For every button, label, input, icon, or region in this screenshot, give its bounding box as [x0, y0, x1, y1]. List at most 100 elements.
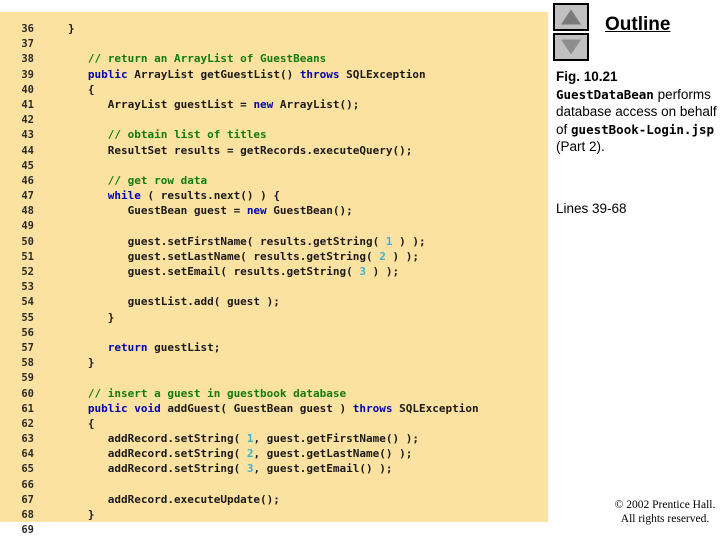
- code-token: // obtain list of titles: [68, 128, 267, 142]
- scroll-down-button[interactable]: [553, 33, 589, 61]
- caption-code-term-2: guestBook-Login.jsp: [571, 121, 715, 137]
- caption-text-2: (Part 2).: [556, 139, 605, 154]
- line-number: 51: [21, 250, 34, 263]
- code-line: 56: [0, 325, 548, 340]
- code-line-text: addRecord.setString( 3, guest.getEmail()…: [68, 461, 393, 476]
- line-number: 48: [21, 205, 34, 218]
- line-number: 56: [21, 326, 34, 339]
- code-line-text: // insert a guest in guestbook database: [68, 386, 346, 401]
- line-number: 55: [21, 311, 34, 324]
- code-token: new: [253, 97, 274, 111]
- code-token: ) );: [392, 234, 426, 248]
- line-number: 43: [21, 129, 34, 142]
- code-line: 50 guest.setFirstName( results.getString…: [0, 234, 548, 249]
- line-number: 49: [21, 220, 34, 233]
- line-number: 62: [21, 417, 34, 430]
- triangle-up-icon: [561, 9, 581, 25]
- code-token: , guest.getEmail() );: [253, 462, 393, 476]
- code-line-text: // obtain list of titles: [68, 127, 267, 142]
- line-number: 37: [21, 38, 34, 51]
- code-listing-panel: 36} 37 38 // return an ArrayList of GuestB…: [0, 12, 548, 536]
- code-token: guest.setLastName( results.getString(: [68, 249, 380, 263]
- code-line-text: ResultSet results = getRecords.executeQu…: [68, 143, 413, 158]
- line-number: 54: [21, 296, 34, 309]
- line-number: 36: [21, 23, 34, 35]
- code-line: 48 GuestBean guest = new GuestBean();: [0, 203, 548, 218]
- line-number: 67: [21, 493, 34, 506]
- code-token: guest.setEmail( results.getString(: [68, 265, 360, 278]
- code-token: addGuest( GuestBean guest ): [160, 401, 353, 415]
- code-token: // insert a guest in guestbook database: [68, 386, 347, 400]
- figure-number: Fig. 10.21: [556, 69, 618, 84]
- code-line: 37: [0, 36, 548, 51]
- line-number: 63: [21, 433, 34, 446]
- code-token: new: [246, 204, 267, 218]
- code-line-text: guest.setFirstName( results.getString( 1…: [68, 234, 426, 249]
- line-number: 47: [21, 190, 34, 203]
- code-token: SQLException: [339, 67, 426, 81]
- line-number: 61: [21, 402, 34, 415]
- code-lines-container: 36} 37 38 // return an ArrayList of GuestB…: [0, 21, 548, 537]
- code-token: {: [68, 82, 95, 96]
- code-line: 60 // insert a guest in guestbook databa…: [0, 386, 548, 401]
- line-number: 68: [21, 509, 34, 521]
- code-line-text: addRecord.executeUpdate();: [68, 492, 280, 507]
- code-token: ArrayList();: [273, 97, 360, 111]
- code-token: throws: [352, 401, 393, 415]
- line-number: 42: [21, 114, 34, 127]
- code-token: ArrayList guestList =: [68, 97, 254, 111]
- code-line: 39 public ArrayList getGuestList() throw…: [0, 67, 548, 82]
- line-number: 44: [21, 144, 34, 157]
- scroll-up-button[interactable]: [553, 3, 589, 31]
- code-line-text: {: [68, 416, 95, 431]
- line-number: 53: [21, 281, 34, 294]
- code-line-text: }: [68, 507, 95, 522]
- code-token: guestList;: [147, 340, 221, 354]
- code-token: 2: [379, 249, 386, 263]
- code-line-text: }: [68, 21, 75, 36]
- code-line: 55 }: [0, 310, 548, 325]
- code-token: , guest.getLastName() );: [253, 447, 413, 461]
- code-token: 1: [385, 234, 393, 248]
- code-line-text: guestList.add( guest );: [68, 294, 280, 309]
- code-token: throws: [299, 67, 340, 81]
- code-line-text: guest.setLastName( results.getString( 2 …: [68, 249, 419, 264]
- code-token: public void: [87, 401, 161, 415]
- code-line: 36}: [0, 21, 548, 36]
- caption-code-term-1: GuestDataBean: [556, 86, 654, 102]
- code-line: 63 addRecord.setString( 1, guest.getFirs…: [0, 431, 548, 446]
- code-token: GuestBean();: [266, 204, 353, 218]
- code-line-text: while ( results.next() ) {: [68, 188, 280, 203]
- line-number: 58: [21, 357, 34, 370]
- code-token: ) );: [385, 249, 420, 263]
- code-token: public: [87, 67, 128, 81]
- line-number: 45: [21, 159, 34, 172]
- outline-title: Outline: [605, 14, 671, 35]
- code-line: 43 // obtain list of titles: [0, 127, 548, 142]
- code-line: 40 {: [0, 82, 548, 97]
- code-line-text: addRecord.setString( 2, guest.getLastNam…: [68, 446, 413, 461]
- code-token: // get row data: [68, 173, 208, 187]
- copyright-line-1: © 2002 Prentice Hall.: [614, 499, 716, 511]
- code-token: ( results.next() ) {: [140, 189, 280, 203]
- code-token: addRecord.setString(: [68, 462, 247, 476]
- lines-range-note: Lines 39-68: [556, 201, 627, 216]
- code-token: while: [107, 189, 141, 203]
- code-token: guest.setFirstName( results.getString(: [68, 234, 386, 248]
- triangle-down-icon: [561, 39, 581, 55]
- outline-sidebar: Outline Fig. 10.21 GuestDataBean perform…: [548, 0, 720, 540]
- scroll-button-group: [553, 3, 593, 63]
- code-token: GuestBean guest =: [68, 204, 247, 218]
- line-number: 46: [21, 174, 34, 187]
- copyright-notice: © 2002 Prentice Hall. All rights reserve…: [610, 499, 720, 526]
- line-number: 39: [21, 68, 34, 81]
- line-number: 41: [21, 98, 34, 111]
- code-line-text: }: [68, 355, 95, 370]
- code-token: , guest.getFirstName() );: [253, 432, 420, 446]
- code-line: 46 // get row data: [0, 173, 548, 188]
- code-line-text: return guestList;: [68, 340, 221, 355]
